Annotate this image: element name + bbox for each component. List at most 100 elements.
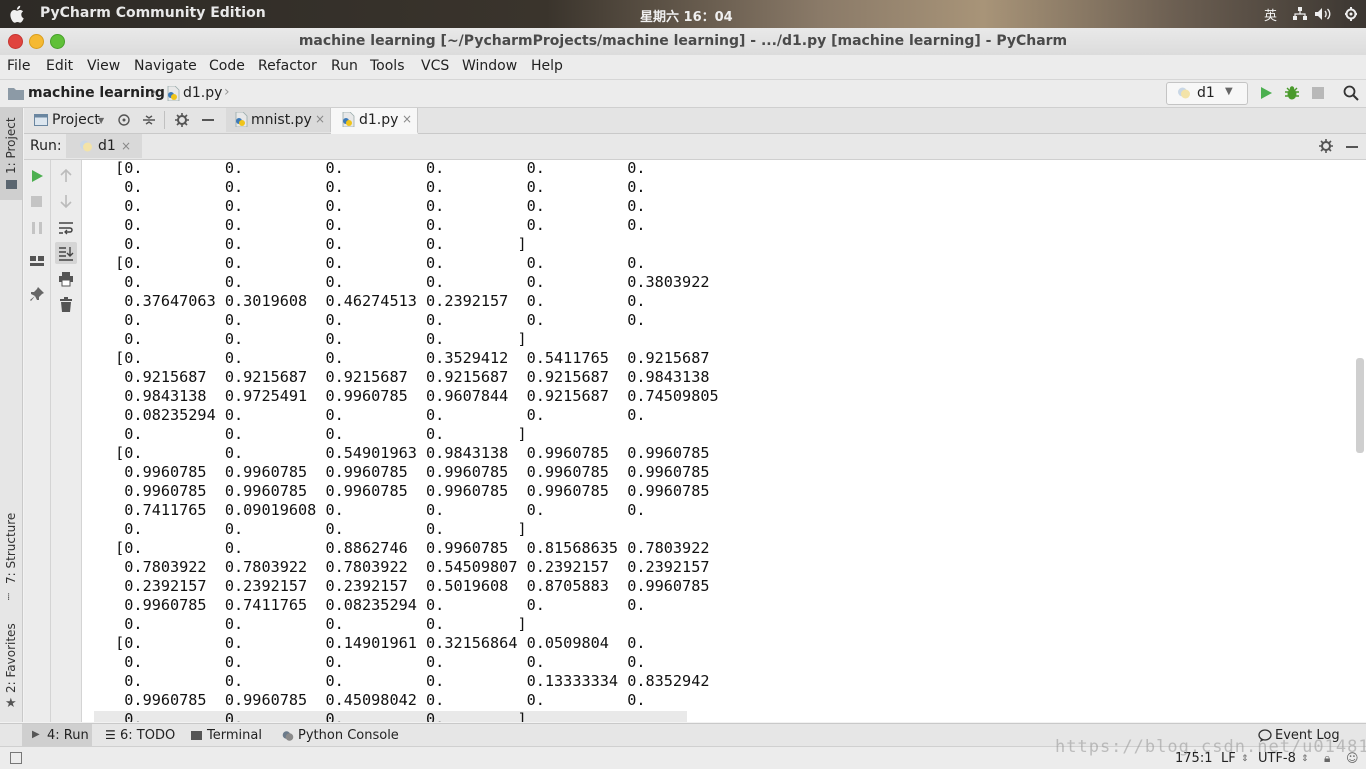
pause-icon[interactable] [29,220,45,236]
run-icon[interactable] [1259,86,1273,100]
project-tool-tab[interactable]: 1: Project [0,108,22,200]
todo-tool-tab[interactable]: 6: TODO [120,728,175,743]
window-title: machine learning [~/PycharmProjects/mach… [298,33,1068,49]
volume-icon[interactable] [1315,7,1333,21]
active-app-name[interactable]: PyCharm Community Edition [40,5,266,21]
breadcrumb-file[interactable]: d1.py [183,85,222,101]
structure-tool-label: 7: Structure [4,512,18,584]
run-settings-gear-icon[interactable] [1319,139,1333,153]
python-file-icon [235,112,248,127]
run-tab-label: d1 [98,138,116,154]
apple-logo-icon[interactable] [10,5,26,23]
structure-icon: ⁞ [7,592,11,603]
scroll-down-arrow-icon[interactable] [58,193,74,209]
print-icon[interactable] [58,271,74,287]
tool-and-editor-tab-row: Project ▼ mnist.py × d1.py × [24,108,1366,134]
project-view-icon [34,114,48,126]
menu-help[interactable]: Help [531,58,563,74]
window-title-bar: machine learning [~/PycharmProjects/mach… [0,28,1366,56]
collapse-all-icon[interactable] [142,113,156,127]
menu-code[interactable]: Code [209,58,245,74]
python-console-tool-tab[interactable]: Python Console [298,728,399,743]
left-tool-strip: 1: Project 7: Structure ⁞ 2: Favorites ★ [0,108,23,722]
scroll-to-end-icon [59,247,74,261]
structure-tool-tab[interactable]: 7: Structure ⁞ [0,512,22,604]
favorites-tool-tab[interactable]: 2: Favorites ★ [0,623,22,715]
run-tab-play-icon: ▶ [32,729,40,740]
close-tab-icon[interactable]: × [315,112,325,126]
favorites-tool-label: 2: Favorites [4,623,18,693]
pin-icon[interactable] [29,286,45,302]
editor-tab-label: mnist.py [251,112,312,128]
menu-refactor[interactable]: Refactor [258,58,317,74]
python-file-icon [167,86,180,101]
system-clock[interactable]: 星期六 16：04 [640,6,733,25]
menu-file[interactable]: File [7,58,30,74]
python-console-icon [282,731,294,741]
run-config-name: d1 [1197,85,1215,101]
debug-bug-icon[interactable] [1284,85,1300,101]
python-run-icon [80,140,92,152]
navigation-bar: machine learning › d1.py › d1 ▼ [0,80,1366,108]
menu-bar: File Edit View Navigate Code Refactor Ru… [0,55,1366,80]
search-icon[interactable] [1343,85,1359,101]
toolbar-divider [164,111,165,129]
hide-run-panel-icon[interactable] [1346,146,1358,148]
editor-tab-mnist[interactable]: mnist.py × [226,108,331,132]
menu-edit[interactable]: Edit [46,58,73,74]
breadcrumb-separator-icon: › [151,84,157,100]
run-console-output[interactable]: [0. 0. 0. 0. 0. 0. 0. 0. 0. 0. 0. 0. 0. … [82,160,1366,722]
terminal-icon [191,731,202,740]
menu-window[interactable]: Window [462,58,517,74]
run-tool-tab[interactable]: ▶ 4: Run [22,724,92,747]
favorites-star-icon: ★ [5,696,17,711]
scroll-up-arrow-icon[interactable] [58,168,74,184]
terminal-tool-tab[interactable]: Terminal [207,728,262,743]
menu-run[interactable]: Run [331,58,358,74]
system-top-bar: PyCharm Community Edition 星期六 16：04 英 [0,0,1366,28]
run-tool-label: 4: Run [47,728,89,743]
stop-process-icon[interactable] [31,196,42,207]
scroll-to-end-toggle[interactable] [55,242,77,264]
settings-gear-tray-icon[interactable] [1344,6,1358,22]
console-text: [0. 0. 0. 0. 0. 0. 0. 0. 0. 0. 0. 0. 0. … [115,160,719,722]
menu-view[interactable]: View [87,58,120,74]
breadcrumb-end-separator-icon: › [224,84,230,100]
python-file-icon [342,112,355,127]
layout-icon[interactable] [29,253,45,269]
menu-tools[interactable]: Tools [370,58,405,74]
network-icon[interactable] [1293,7,1307,21]
project-settings-gear-icon[interactable] [175,113,189,127]
project-view-label[interactable]: Project [52,112,100,128]
project-folder-icon [6,180,17,189]
run-configuration-selector[interactable]: d1 ▼ [1166,82,1248,105]
close-tab-icon[interactable]: × [402,112,412,126]
run-tab-d1[interactable]: d1 × [66,134,142,158]
editor-tab-label: d1.py [359,112,399,128]
rerun-icon[interactable] [29,168,45,184]
menu-navigate[interactable]: Navigate [134,58,197,74]
run-panel-label: Run: [30,138,62,154]
trash-clear-icon[interactable] [58,297,74,313]
editor-tab-d1[interactable]: d1.py × [331,108,418,134]
close-run-tab-icon[interactable]: × [121,139,131,153]
input-method-indicator[interactable]: 英 [1264,5,1277,24]
todo-list-icon: ☰ [105,728,116,742]
project-tool-label: 1: Project [4,117,18,174]
stop-icon[interactable] [1312,87,1324,99]
breadcrumb-project[interactable]: machine learning [28,85,165,101]
folder-icon [8,88,24,100]
menu-vcs[interactable]: VCS [421,58,449,74]
soft-wrap-icon[interactable] [58,220,74,236]
hide-panel-icon[interactable] [202,119,214,121]
toggle-tool-windows-icon[interactable] [10,752,22,764]
console-vertical-scrollbar[interactable] [1356,358,1364,453]
run-panel-header: Run: d1 × [24,134,1366,160]
watermark-text: https://blog.csdn.net/u014816 [1055,737,1366,757]
run-toolbar-secondary [51,160,82,722]
run-toolbar-primary [24,160,51,722]
chevron-down-icon: ▼ [1225,86,1233,97]
python-run-config-icon [1178,87,1190,99]
project-dropdown-chevron-icon[interactable]: ▼ [98,116,104,125]
locate-target-icon[interactable] [117,113,131,127]
